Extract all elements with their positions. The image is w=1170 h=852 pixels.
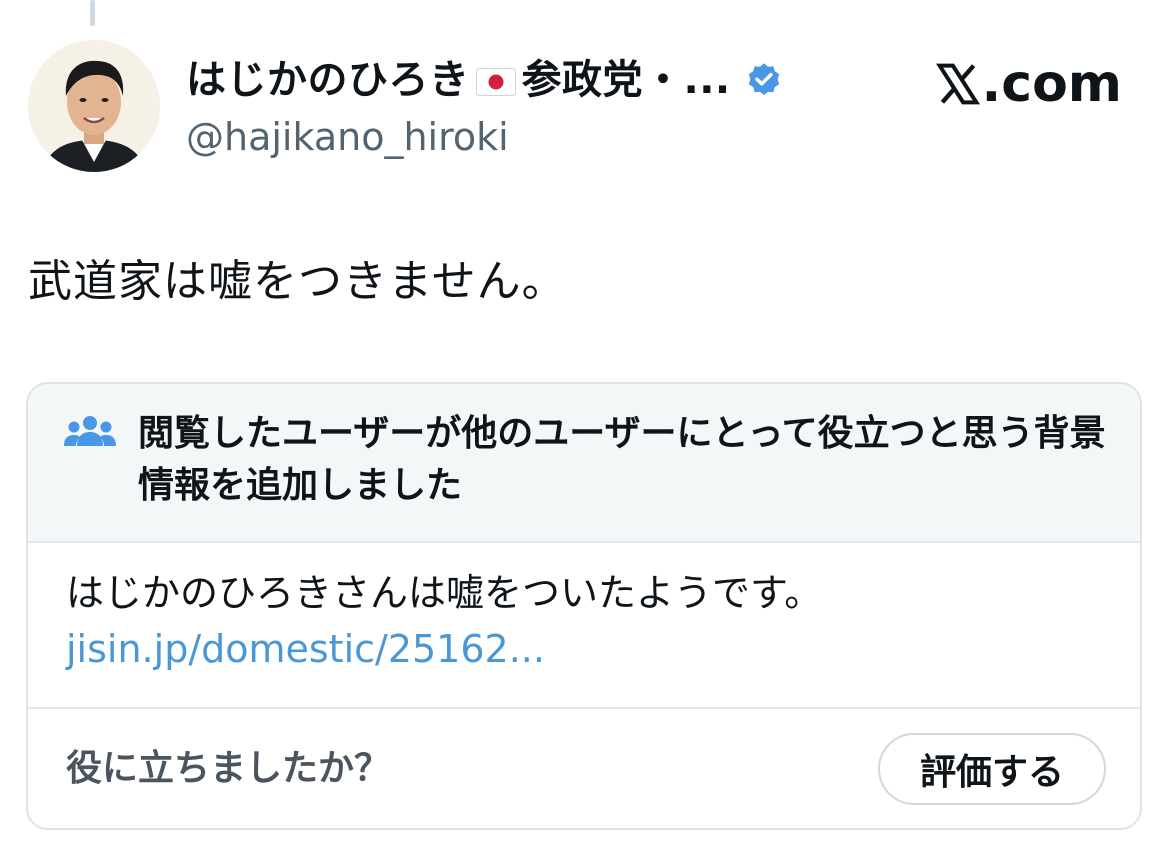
tweet-text: 武道家は嘘をつきません。 <box>28 256 567 307</box>
avatar[interactable] <box>28 40 160 172</box>
brand-logo: .com <box>935 54 1123 114</box>
community-note-footer: 役に立ちましたか？ 評価する <box>28 709 1140 828</box>
community-note-card: 閲覧したユーザーが他のユーザーにとって役立つと思う背景情報を追加しました はじか… <box>26 382 1142 830</box>
japan-flag-icon <box>475 68 516 96</box>
brand-domain-text: .com <box>981 54 1123 114</box>
x-logo-icon <box>935 62 980 106</box>
community-note-source-link[interactable]: jisin.jp/domestic/25162... <box>66 621 545 677</box>
helpful-question: 役に立ちましたか？ <box>66 748 391 789</box>
verified-badge-icon[interactable] <box>745 61 783 99</box>
display-name[interactable]: はじかのひろき <box>186 48 470 112</box>
rate-button[interactable]: 評価する <box>878 733 1106 805</box>
community-note-text: はじかのひろきさんは嘘をついたようです。 <box>66 571 823 615</box>
community-note-header: 閲覧したユーザーが他のユーザーにとって役立つと思う背景情報を追加しました <box>28 384 1140 543</box>
thread-connector-line <box>90 0 95 26</box>
avatar-portrait <box>28 40 160 172</box>
community-note-body: はじかのひろきさんは嘘をついたようです。 jisin.jp/domestic/2… <box>28 543 1140 709</box>
community-note-title: 閲覧したユーザーが他のユーザーにとって役立つと思う背景情報を追加しました <box>138 413 1106 506</box>
tweet-header: はじかのひろき 参政党・... @hajikano_hiroki .com <box>28 40 1128 172</box>
display-name-row[interactable]: はじかのひろき 参政党・... <box>186 48 783 112</box>
display-name-suffix[interactable]: 参政党・... <box>522 48 731 112</box>
user-handle[interactable]: @hajikano_hiroki <box>186 110 509 164</box>
people-icon <box>64 414 116 454</box>
